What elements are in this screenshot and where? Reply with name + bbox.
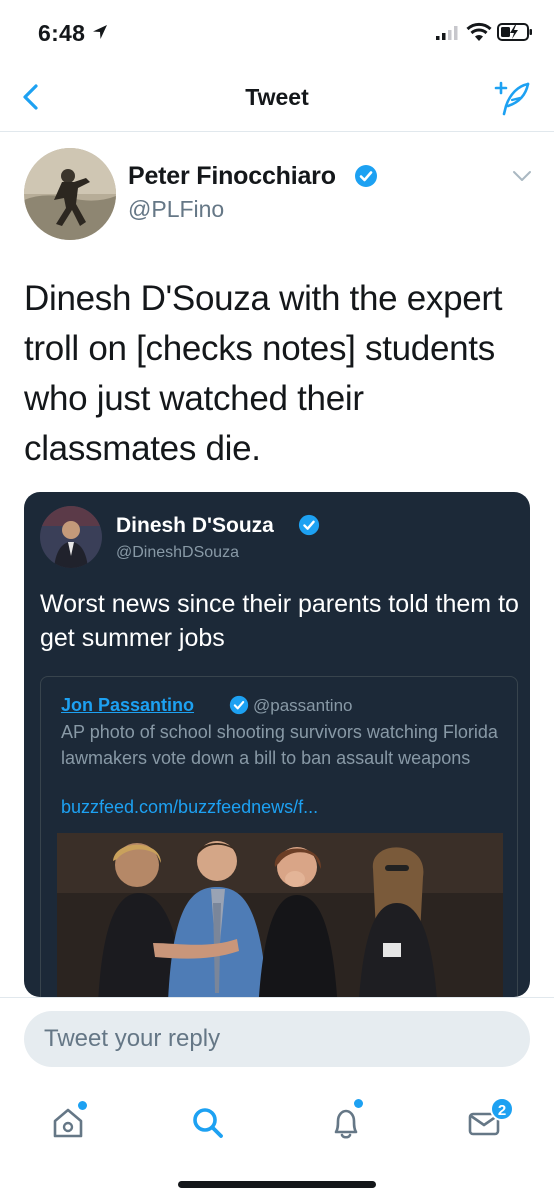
embedded-avatar-photo	[40, 506, 102, 568]
search-icon	[193, 1108, 223, 1138]
avatar-photo	[24, 148, 116, 240]
tab-home[interactable]	[38, 1093, 98, 1153]
tab-messages[interactable]: 2	[454, 1093, 514, 1153]
navigation-bar: Tweet	[0, 64, 554, 132]
quoted-author-handle: @passantino	[253, 696, 353, 715]
quoted-photo	[57, 833, 503, 997]
bell-icon	[334, 1109, 358, 1139]
home-icon	[53, 1108, 83, 1138]
author-handle[interactable]: @PLFino	[128, 196, 224, 223]
reply-input[interactable]	[24, 1011, 530, 1067]
wifi-icon	[466, 22, 492, 41]
quoted-verified-badge-icon	[229, 695, 249, 715]
compose-feather-icon	[494, 81, 530, 116]
tab-search[interactable]	[178, 1093, 238, 1153]
quoted-tweet-text: AP photo of school shooting survivors wa…	[61, 722, 498, 768]
news-photo	[57, 833, 503, 997]
embedded-author-handle: @DineshDSouza	[116, 544, 239, 561]
embedded-verified-badge-icon	[298, 514, 320, 536]
author-avatar[interactable]	[24, 148, 116, 240]
cellular-signal-icon	[436, 26, 458, 40]
location-arrow-icon	[93, 25, 107, 39]
messages-badge: 2	[490, 1097, 514, 1121]
verified-badge-icon	[355, 165, 377, 187]
home-new-indicator	[78, 1101, 87, 1110]
tweet-media-image[interactable]: Dinesh D'Souza @DineshDSouza Worst news …	[24, 492, 530, 997]
embedded-tweet-text: Worst news since their parents told them…	[40, 590, 519, 652]
status-time: 6:48	[38, 20, 86, 46]
quoted-link: buzzfeed.com/buzzfeednews/f...	[61, 797, 319, 817]
embedded-author-name: Dinesh D'Souza	[116, 514, 274, 537]
status-bar: 6:48	[0, 0, 554, 64]
author-name[interactable]: Peter Finocchiaro	[128, 162, 336, 191]
page-title: Tweet	[245, 84, 309, 110]
chevron-down-icon[interactable]	[510, 166, 534, 186]
embedded-author-avatar	[40, 506, 102, 568]
reply-bar	[0, 997, 554, 1081]
tweet-text: Dinesh D'Souza with the expert troll on …	[24, 279, 503, 468]
compose-tweet-button[interactable]	[492, 78, 532, 118]
quoted-tweet: Jon Passantino @passantino AP photo of s…	[40, 676, 518, 997]
battery-charging-icon	[497, 23, 532, 41]
notifications-new-indicator	[354, 1099, 363, 1108]
quoted-author-name: Jon Passantino	[61, 695, 195, 715]
home-indicator	[178, 1181, 376, 1188]
tab-notifications[interactable]	[316, 1093, 376, 1153]
